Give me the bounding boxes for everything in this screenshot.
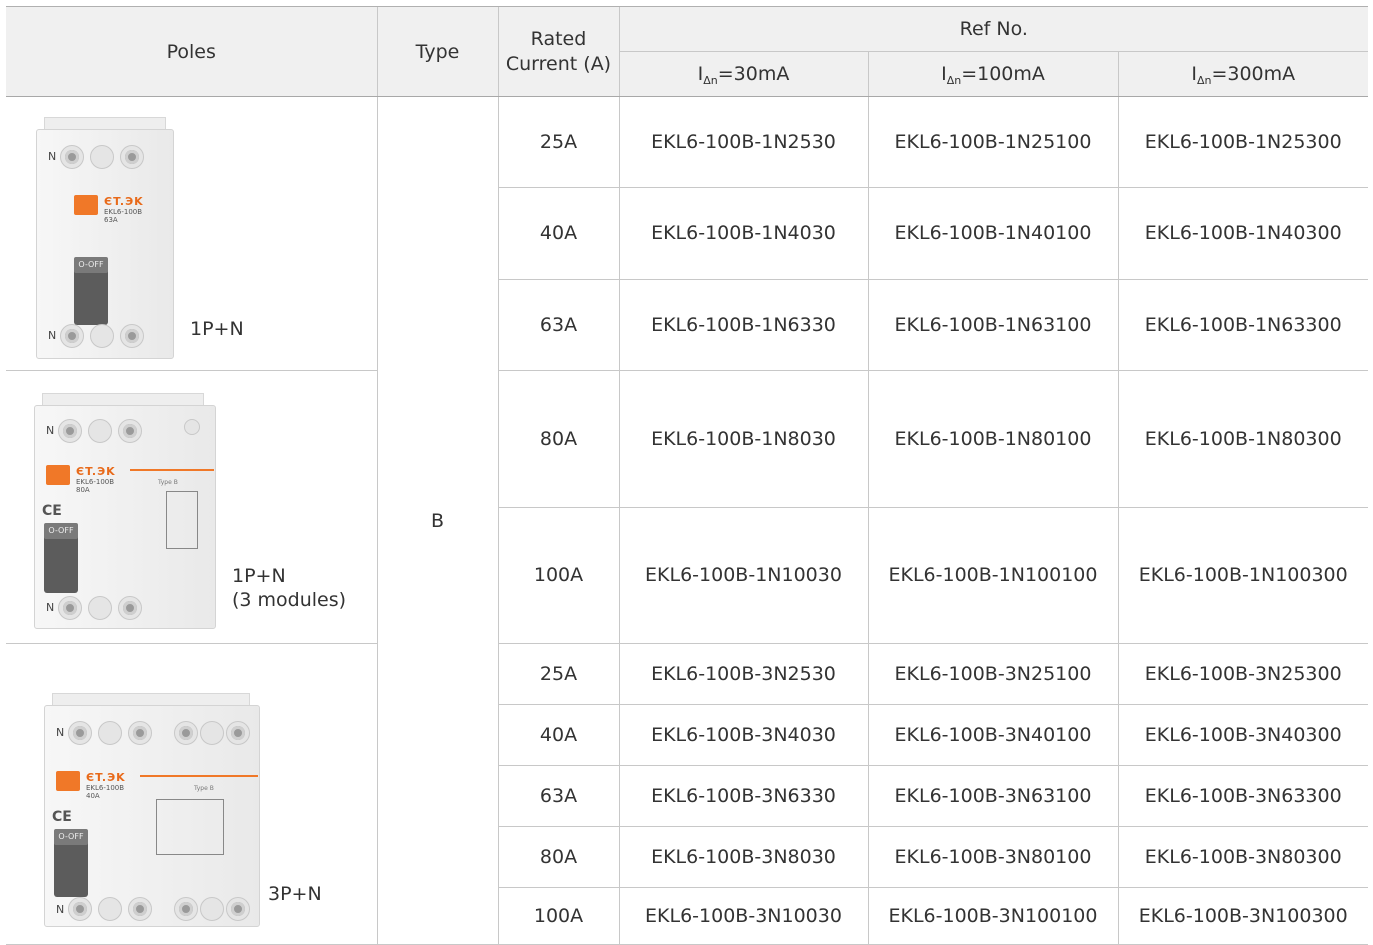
rated-current-label: Rated Current (A) [505,27,612,75]
test-button [74,195,98,215]
ref-100ma-cell: EKL6-100B-3N100100 [867,887,1118,945]
header-poles: Poles [6,6,377,97]
ref-300ma-cell: EKL6-100B-1N80300 [1117,370,1368,508]
ref-300ma-cell: EKL6-100B-3N25300 [1117,643,1368,705]
table-row: N ЄT.ЭK EKL6-100B 63A O-OFF N 1P+N B25A [6,96,1368,945]
rcd-device-image: N ЄT.ЭK EKL6-100B 80A Type B CE O-OFF N [34,393,224,633]
ref-number-table: Poles Type Rated Current (A) Ref No. IΔn… [6,6,1368,945]
ref-300ma-cell: EKL6-100B-1N100300 [1117,507,1368,644]
header-ref-no: Ref No. [618,6,1368,52]
rated-current-cell: 25A [497,643,619,705]
header-rated-current: Rated Current (A) [497,6,619,97]
device-1p-n: N ЄT.ЭK EKL6-100B 63A O-OFF N 1P+N [6,97,377,370]
ref-30ma-cell: EKL6-100B-1N10030 [618,507,868,644]
rated-current-cell: 100A [497,507,619,644]
pole-label: 1P+N [190,318,244,340]
ref-300ma-cell: EKL6-100B-3N80300 [1117,826,1368,888]
rated-current-cell: 40A [497,187,619,280]
rated-current-cell: 80A [497,826,619,888]
header-sens-100: IΔn=100mA [867,51,1118,97]
ref-100ma-cell: EKL6-100B-3N80100 [867,826,1118,888]
pole-label: 1P+N [232,565,286,587]
ref-30ma-cell: EKL6-100B-1N6330 [618,279,868,372]
ref-100ma-cell: EKL6-100B-1N100100 [867,507,1118,644]
device-1p-n-3-modules: N ЄT.ЭK EKL6-100B 80A Type B CE O-OFF N [6,371,377,643]
pole-label: 3P+N [268,883,322,905]
brand-logo: ЄT.ЭK [86,771,126,784]
ref-300ma-cell: EKL6-100B-3N63300 [1117,765,1368,827]
ref-300ma-cell: EKL6-100B-1N63300 [1117,279,1368,372]
pole-label-line2: (3 modules) [232,589,347,611]
ref-30ma-cell: EKL6-100B-3N2530 [618,643,868,705]
poles-cell: N ЄT.ЭK EKL6-100B 63A O-OFF N 1P+N [6,96,377,371]
rated-current-cell: 63A [497,765,619,827]
rcd-device-image: N ЄT.ЭK EKL6-100B 40A Type B CE O-OFF N [44,693,266,929]
table-row: N ЄT.ЭK EKL6-100B 80A Type B CE O-OFF N [6,370,1368,644]
brand-logo: ЄT.ЭK [104,195,144,208]
ref-300ma-cell: EKL6-100B-3N100300 [1117,887,1368,945]
ref-300ma-cell: EKL6-100B-1N25300 [1117,96,1368,189]
ref-30ma-cell: EKL6-100B-3N4030 [618,704,868,766]
ref-30ma-cell: EKL6-100B-3N6330 [618,765,868,827]
ref-30ma-cell: EKL6-100B-1N4030 [618,187,868,280]
ref-30ma-cell: EKL6-100B-1N2530 [618,96,868,189]
rated-current-cell: 100A [497,887,619,945]
rcd-device-image: N ЄT.ЭK EKL6-100B 63A O-OFF N [36,117,176,362]
rated-current-cell: 80A [497,370,619,508]
device-3p-n: N ЄT.ЭK EKL6-100B 40A Type B CE O-OFF N [6,645,377,943]
ref-100ma-cell: EKL6-100B-1N63100 [867,279,1118,372]
ref-100ma-cell: EKL6-100B-3N25100 [867,643,1118,705]
ref-300ma-cell: EKL6-100B-1N40300 [1117,187,1368,280]
table-header: Poles Type Rated Current (A) Ref No. IΔn… [6,6,1368,97]
ref-100ma-cell: EKL6-100B-3N40100 [867,704,1118,766]
table-body: N ЄT.ЭK EKL6-100B 63A O-OFF N 1P+N B25A [6,96,1368,945]
poles-cell: N ЄT.ЭK EKL6-100B 80A Type B CE O-OFF N [6,370,377,644]
rated-current-cell: 63A [497,279,619,372]
ref-100ma-cell: EKL6-100B-1N25100 [867,96,1118,189]
ref-300ma-cell: EKL6-100B-3N40300 [1117,704,1368,766]
header-sens-300: IΔn=300mA [1117,51,1368,97]
ref-30ma-cell: EKL6-100B-3N10030 [618,887,868,945]
table-row: N ЄT.ЭK EKL6-100B 40A Type B CE O-OFF N [6,643,1368,945]
ref-100ma-cell: EKL6-100B-1N80100 [867,370,1118,508]
ref-30ma-cell: EKL6-100B-1N8030 [618,370,868,508]
poles-cell: N ЄT.ЭK EKL6-100B 40A Type B CE O-OFF N [6,643,377,945]
type-cell: B [376,96,498,945]
brand-logo: ЄT.ЭK [76,465,116,478]
ref-30ma-cell: EKL6-100B-3N8030 [618,826,868,888]
rated-current-cell: 40A [497,704,619,766]
header-type: Type [376,6,498,97]
rated-current-cell: 25A [497,96,619,189]
ref-100ma-cell: EKL6-100B-3N63100 [867,765,1118,827]
ref-100ma-cell: EKL6-100B-1N40100 [867,187,1118,280]
header-sens-30: IΔn=30mA [618,51,868,97]
test-button [56,771,80,791]
test-button [46,465,70,485]
